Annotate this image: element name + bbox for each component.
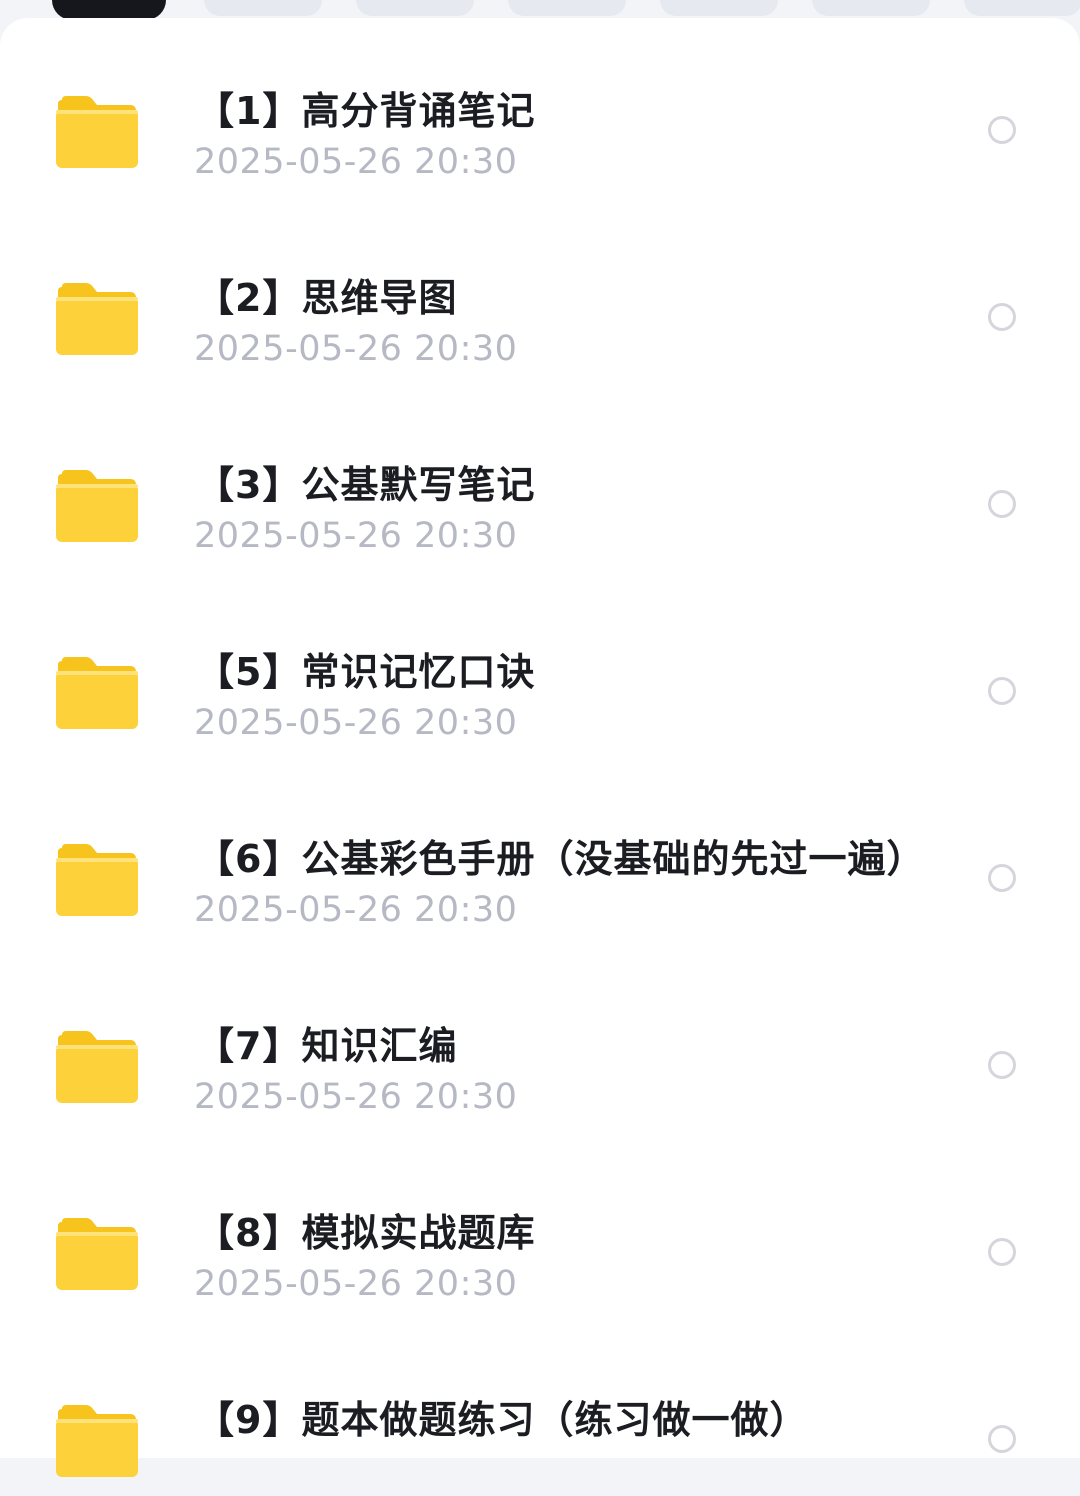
file-date: 2025-05-26 20:30	[194, 703, 518, 743]
file-row-1[interactable]: 【1】高分背诵笔记 2025-05-26 20:30	[0, 0, 1080, 187]
radio-circle-icon[interactable]	[988, 677, 1016, 705]
folder-icon	[56, 1218, 138, 1290]
file-row-6[interactable]: 【7】知识汇编 2025-05-26 20:30	[0, 935, 1080, 1122]
radio-circle-icon[interactable]	[988, 864, 1016, 892]
file-title: 【3】公基默写笔记	[196, 463, 536, 507]
file-date: 2025-05-26 20:30	[194, 142, 518, 182]
file-row-7[interactable]: 【8】模拟实战题库 2025-05-26 20:30	[0, 1122, 1080, 1309]
file-title: 【1】高分背诵笔记	[196, 89, 536, 133]
file-row-5[interactable]: 【6】公基彩色手册（没基础的先过一遍） 2025-05-26 20:30	[0, 748, 1080, 935]
folder-icon	[56, 283, 138, 355]
file-title: 【8】模拟实战题库	[196, 1211, 536, 1255]
file-row-4[interactable]: 【5】常识记忆口诀 2025-05-26 20:30	[0, 561, 1080, 748]
folder-icon	[56, 1405, 138, 1477]
file-date: 2025-05-26 20:30	[194, 1264, 518, 1304]
folder-icon	[56, 470, 138, 542]
file-date: 2025-05-26 20:30	[194, 890, 518, 930]
file-date: 2025-05-26 20:30	[194, 329, 518, 369]
file-title: 【5】常识记忆口诀	[196, 650, 536, 694]
folder-icon	[56, 1031, 138, 1103]
radio-circle-icon[interactable]	[988, 1051, 1016, 1079]
file-row-3[interactable]: 【3】公基默写笔记 2025-05-26 20:30	[0, 374, 1080, 561]
file-title: 【2】思维导图	[196, 276, 458, 320]
file-date: 2025-05-26 20:30	[194, 1077, 518, 1117]
file-row-8[interactable]: 【9】题本做题练习（练习做一做）	[0, 1309, 1080, 1496]
file-title: 【6】公基彩色手册（没基础的先过一遍）	[196, 837, 926, 881]
folder-icon	[56, 657, 138, 729]
radio-circle-icon[interactable]	[988, 490, 1016, 518]
radio-circle-icon[interactable]	[988, 116, 1016, 144]
folder-icon	[56, 96, 138, 168]
file-row-2[interactable]: 【2】思维导图 2025-05-26 20:30	[0, 187, 1080, 374]
file-title: 【9】题本做题练习（练习做一做）	[196, 1398, 809, 1442]
radio-circle-icon[interactable]	[988, 1425, 1016, 1453]
folder-icon	[56, 844, 138, 916]
radio-circle-icon[interactable]	[988, 1238, 1016, 1266]
file-date: 2025-05-26 20:30	[194, 516, 518, 556]
file-title: 【7】知识汇编	[196, 1024, 458, 1068]
radio-circle-icon[interactable]	[988, 303, 1016, 331]
